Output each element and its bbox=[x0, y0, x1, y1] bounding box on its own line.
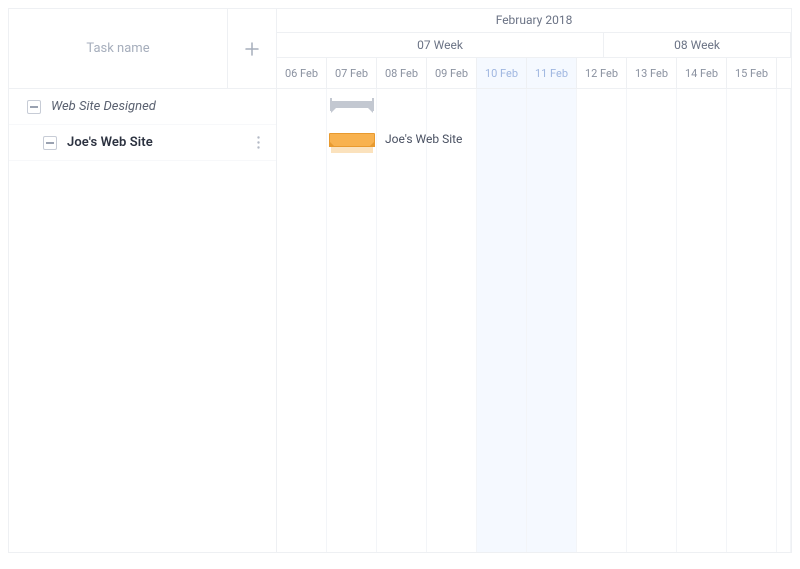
gantt-view: Task name Web Site Designed Joe's Web Si… bbox=[8, 8, 792, 553]
week-label: 07 Week bbox=[277, 33, 604, 59]
timeline-panel[interactable]: February 2018 07 Week08 Week 06 Feb07 Fe… bbox=[277, 9, 791, 552]
timeline-body[interactable]: Joe's Web Site bbox=[277, 89, 791, 552]
task-actions-menu[interactable] bbox=[248, 136, 268, 149]
task-rows: Web Site Designed Joe's Web Site bbox=[9, 89, 276, 161]
minus-icon bbox=[46, 142, 54, 144]
more-vertical-icon bbox=[257, 136, 260, 149]
day-label: 10 Feb bbox=[477, 58, 527, 88]
day-label: 08 Feb bbox=[377, 58, 427, 88]
task-list-panel: Task name Web Site Designed Joe's Web Si… bbox=[9, 9, 277, 552]
task-row[interactable]: Joe's Web Site bbox=[9, 125, 276, 161]
column-header-label: Task name bbox=[86, 41, 149, 56]
gantt-task-bar-shadow bbox=[331, 147, 373, 153]
gantt-summary-bar[interactable] bbox=[331, 101, 373, 108]
day-label: 06 Feb bbox=[277, 58, 327, 88]
day-label: 11 Feb bbox=[527, 58, 577, 88]
day-label: 07 Feb bbox=[327, 58, 377, 88]
task-list-header: Task name bbox=[9, 9, 276, 89]
collapse-toggle[interactable] bbox=[27, 100, 41, 114]
collapse-toggle[interactable] bbox=[43, 136, 57, 150]
day-label: 12 Feb bbox=[577, 58, 627, 88]
gantt-task-bar-label: Joe's Web Site bbox=[385, 132, 462, 146]
plus-icon bbox=[245, 42, 259, 56]
task-row[interactable]: Web Site Designed bbox=[9, 89, 276, 125]
gantt-task-bar[interactable]: Joe's Web Site bbox=[329, 133, 375, 147]
minus-icon bbox=[30, 106, 38, 108]
timeline-bars: Joe's Web Site bbox=[277, 89, 791, 552]
task-name: Web Site Designed bbox=[51, 99, 268, 114]
timeline-header: February 2018 07 Week08 Week 06 Feb07 Fe… bbox=[277, 9, 791, 89]
day-label: 15 Feb bbox=[727, 58, 777, 88]
column-header-task-name[interactable]: Task name bbox=[9, 9, 228, 88]
day-label: 14 Feb bbox=[677, 58, 727, 88]
summary-cap-right bbox=[372, 98, 374, 111]
day-label: 09 Feb bbox=[427, 58, 477, 88]
week-label: 08 Week bbox=[604, 33, 791, 59]
add-column-button[interactable] bbox=[228, 9, 276, 88]
day-label: 13 Feb bbox=[627, 58, 677, 88]
task-name: Joe's Web Site bbox=[67, 135, 248, 150]
gantt-task-bar-body bbox=[329, 133, 375, 147]
month-label: February 2018 bbox=[277, 9, 791, 33]
summary-cap-left bbox=[330, 98, 332, 111]
